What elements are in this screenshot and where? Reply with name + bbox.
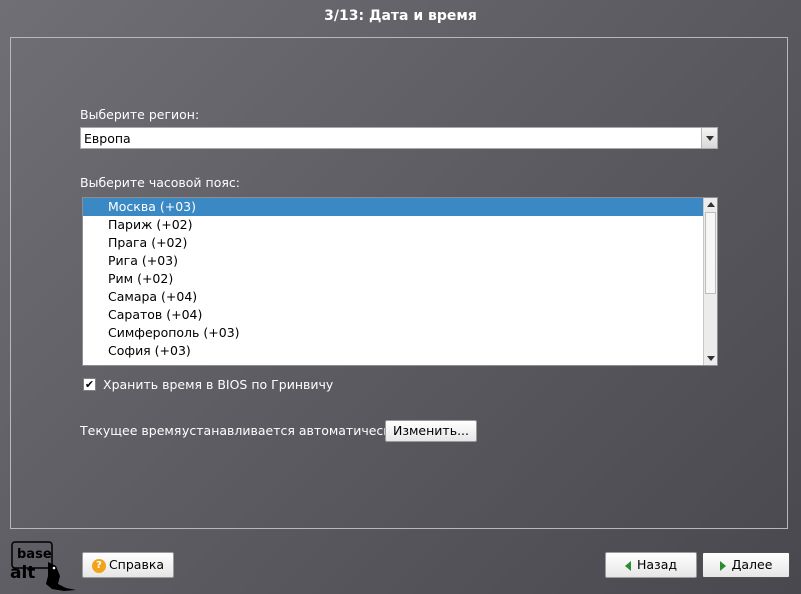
timezone-list-item[interactable]: София (+03) <box>83 342 704 360</box>
back-button[interactable]: Назад <box>605 552 697 578</box>
arrow-right-icon <box>719 560 726 571</box>
timezone-listbox[interactable]: Москва (+03) Париж (+02) Прага (+02) Рига (… <box>82 197 718 366</box>
scroll-down-button[interactable] <box>704 352 717 365</box>
timezone-scrollbar[interactable] <box>703 198 717 365</box>
bios-utc-checkbox[interactable]: ✔ <box>83 378 96 391</box>
timezone-list: Москва (+03) Париж (+02) Прага (+02) Рига (… <box>83 198 704 365</box>
region-combobox-value: Европа <box>84 131 131 146</box>
timezone-list-item[interactable]: Рига (+03) <box>83 252 704 270</box>
timezone-list-item[interactable]: Саратов (+04) <box>83 306 704 324</box>
base-alt-logo: base alt <box>10 541 76 591</box>
change-time-button[interactable]: Изменить... <box>385 420 477 442</box>
scroll-up-icon <box>707 202 715 207</box>
change-time-button-label: Изменить... <box>393 423 469 438</box>
region-combobox[interactable]: Европа <box>80 127 718 149</box>
arrow-left-icon <box>624 560 631 571</box>
scroll-down-icon <box>707 356 715 361</box>
timezone-list-item[interactable]: Симферополь (+03) <box>83 324 704 342</box>
help-icon: ? <box>91 558 106 573</box>
chevron-down-icon <box>706 136 714 141</box>
current-time-value: устанавливается автоматически <box>182 423 399 438</box>
combobox-dropdown-button[interactable] <box>701 128 717 148</box>
timezone-list-item[interactable]: Москва (+03) <box>83 198 704 216</box>
window-title: 3/13: Дата и время <box>324 8 477 24</box>
scroll-up-button[interactable] <box>704 198 717 211</box>
scrollbar-thumb[interactable] <box>705 212 716 294</box>
timezone-list-item[interactable]: Рим (+02) <box>83 270 704 288</box>
logo-text-alt: alt <box>10 563 35 583</box>
current-time-label: Текущее время: <box>80 423 186 438</box>
help-button[interactable]: ? Справка <box>82 552 174 578</box>
timezone-label: Выберите часовой пояс: <box>80 175 240 190</box>
bios-utc-label: Хранить время в BIOS по Гринвичу <box>103 377 334 392</box>
timezone-list-item[interactable]: Прага (+02) <box>83 234 704 252</box>
timezone-list-item[interactable]: Париж (+02) <box>83 216 704 234</box>
logo-text-base: base <box>17 547 52 562</box>
back-button-label: Назад <box>636 557 677 572</box>
region-label: Выберите регион: <box>80 107 200 122</box>
next-button-label: Далее <box>731 557 773 572</box>
logo-penguin-icon <box>46 562 76 591</box>
help-button-label: Справка <box>108 557 165 572</box>
timezone-list-item[interactable]: Самара (+04) <box>83 288 704 306</box>
next-button[interactable]: Далее <box>702 552 790 578</box>
